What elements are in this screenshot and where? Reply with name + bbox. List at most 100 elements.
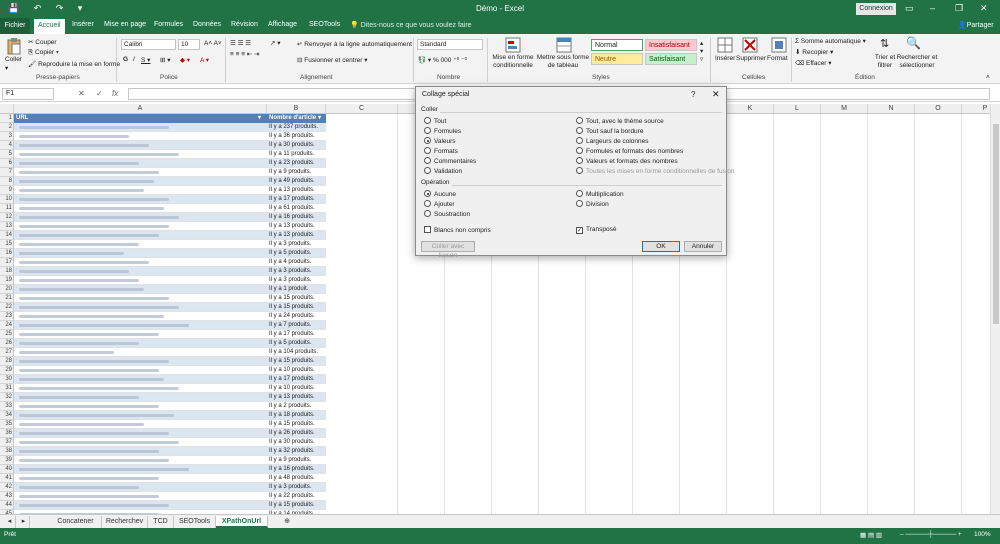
filter-dropdown-icon[interactable]: ▾ [318,114,321,123]
count-cell[interactable]: Il y a 17 produits. [267,375,326,384]
row-header[interactable]: 8 [0,177,14,186]
table-row[interactable]: Il y a 5 produits. [14,249,326,258]
row-header[interactable]: 38 [0,447,14,456]
row-header[interactable]: 21 [0,294,14,303]
row-header[interactable]: 2 [0,123,14,132]
horizontal-align-icons[interactable]: ≡ ≡ ≡ ⇤ ⇥ [230,50,260,58]
count-cell[interactable]: Il y a 16 produits. [267,213,326,222]
count-cell[interactable]: Il y a 13 produits. [267,231,326,240]
paste-option-sauf-bordure[interactable]: Tout sauf la bordure [576,127,643,135]
tab-fichier[interactable]: Fichier [0,18,30,34]
conditional-format-button[interactable]: Mise en forme conditionnelle [492,54,534,70]
table-row[interactable]: Il y a 9 produits. [14,168,326,177]
paste-option-validation[interactable]: Validation [424,167,462,175]
name-box[interactable]: F1 [2,88,54,100]
font-name-combo[interactable]: Calibri [121,39,176,50]
column-header[interactable]: L [774,104,821,114]
table-row[interactable]: Il y a 1 produit. [14,285,326,294]
column-header[interactable]: C [326,104,398,114]
url-cell[interactable] [14,492,267,501]
row-header[interactable]: 39 [0,456,14,465]
url-cell[interactable] [14,393,267,402]
count-cell[interactable]: Il y a 18 produits. [267,411,326,420]
url-cell[interactable] [14,384,267,393]
transpose-checkbox[interactable]: ✓ Transposé [576,226,616,234]
row-header[interactable]: 11 [0,204,14,213]
format-as-table-button[interactable]: Mettre sous forme de tableau [536,54,590,70]
zoom-level[interactable]: 100% [974,531,991,538]
count-cell[interactable]: Il y a 24 produits. [267,312,326,321]
count-cell[interactable]: Il y a 9 produits. [267,168,326,177]
number-format-combo[interactable]: Standard [417,39,483,50]
maximize-icon[interactable]: ❐ [955,3,963,14]
row-header[interactable]: 43 [0,492,14,501]
table-row[interactable]: Il y a 9 produits. [14,456,326,465]
paste-option-tout-theme[interactable]: Tout, avec le thème source [576,117,664,125]
tab-formules[interactable]: Formules [154,21,183,28]
vertical-align-icons[interactable]: ☰ ☰ ☰ [230,39,251,47]
url-cell[interactable] [14,123,267,132]
font-color-icon[interactable]: A ▾ [200,56,209,64]
count-cell[interactable]: Il y a 3 produits. [267,240,326,249]
row-header[interactable]: 18 [0,267,14,276]
url-cell[interactable] [14,213,267,222]
table-row[interactable]: Il y a 13 produits. [14,231,326,240]
connexion-button[interactable]: Connexion [856,3,896,15]
url-cell[interactable] [14,474,267,483]
tab-revision[interactable]: Révision [231,21,258,28]
table-row[interactable]: Il y a 13 produits. [14,222,326,231]
column-header[interactable]: P [962,104,990,114]
count-cell[interactable]: Il y a 61 produits. [267,204,326,213]
url-cell[interactable] [14,402,267,411]
minimize-icon[interactable]: – [930,3,935,13]
skip-blanks-checkbox[interactable]: Blancs non compris [424,226,491,234]
count-cell[interactable]: Il y a 237 produits. [267,123,326,132]
table-row[interactable]: Il y a 36 produits. [14,132,326,141]
url-cell[interactable] [14,375,267,384]
ok-button[interactable]: OK [642,241,680,252]
merge-center-button[interactable]: ⊟ Fusionner et centrer ▾ [297,56,368,64]
operation-soustraction[interactable]: Soustraction [424,210,470,218]
url-cell[interactable] [14,456,267,465]
row-header[interactable]: 3 [0,132,14,141]
count-cell[interactable]: Il y a 16 produits. [267,465,326,474]
paste-button[interactable]: Coller [5,56,22,63]
paste-option-valeurs-formats[interactable]: Valeurs et formats des nombres [576,157,678,165]
cancel-formula-icon[interactable]: ✕ [78,89,85,98]
column-header[interactable]: K [727,104,774,114]
count-cell[interactable]: Il y a 30 produits. [267,141,326,150]
close-icon[interactable]: ✕ [980,3,988,14]
table-row[interactable]: Il y a 15 produits. [14,357,326,366]
row-header[interactable]: 20 [0,285,14,294]
count-cell[interactable]: Il y a 3 produits. [267,483,326,492]
column-header[interactable]: N [868,104,915,114]
table-row[interactable]: Il y a 2 produits. [14,402,326,411]
paste-dropdown-icon[interactable]: ▾ [5,64,8,72]
table-row[interactable]: Il y a 4 produits. [14,258,326,267]
row-header[interactable]: 27 [0,348,14,357]
table-row[interactable]: Il y a 13 produits. [14,393,326,402]
count-cell[interactable]: Il y a 48 produits. [267,474,326,483]
url-cell[interactable] [14,348,267,357]
format-cells-button[interactable]: Format [767,55,788,62]
column-header[interactable]: B [267,104,326,114]
column-header[interactable]: O [915,104,962,114]
count-cell[interactable]: Il y a 22 produits. [267,492,326,501]
table-row[interactable]: Il y a 61 produits. [14,204,326,213]
row-header[interactable]: 14 [0,231,14,240]
operation-division[interactable]: Division [576,200,609,208]
font-grow-shrink-icon[interactable]: A˄ A˅ [204,40,222,47]
count-cell[interactable]: Il y a 13 produits. [267,222,326,231]
row-header[interactable]: 12 [0,213,14,222]
bold-icon[interactable]: G [123,56,128,63]
count-cell[interactable]: Il y a 13 produits. [267,186,326,195]
url-cell[interactable] [14,141,267,150]
row-header[interactable]: 35 [0,420,14,429]
style-satisfaisant[interactable]: Satisfaisant [645,53,697,65]
url-cell[interactable] [14,312,267,321]
count-cell[interactable]: Il y a 23 produits. [267,159,326,168]
row-header[interactable]: 9 [0,186,14,195]
count-cell[interactable]: Il y a 4 produits. [267,258,326,267]
table-row[interactable]: Il y a 23 produits. [14,159,326,168]
sheet-tab-xpathonurl[interactable]: XPathOnUrl [216,516,268,528]
